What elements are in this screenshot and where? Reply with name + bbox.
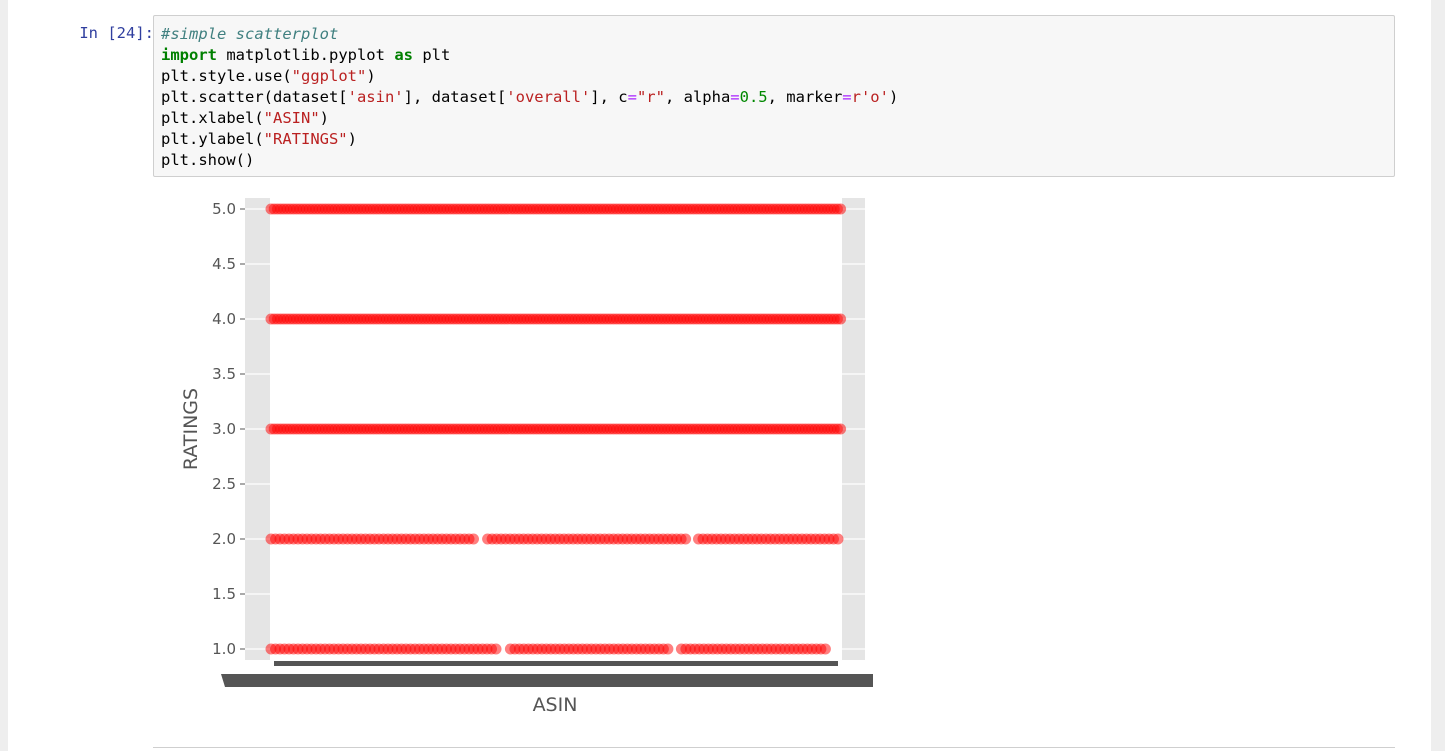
code-token: 'overall' <box>506 88 591 106</box>
x-ticks <box>274 661 838 666</box>
scatter-point <box>662 643 674 655</box>
series-1 <box>265 643 831 655</box>
y-tick-label: 3.5 <box>212 365 236 383</box>
code-line: import matplotlib.pyplot as plt <box>161 46 450 64</box>
code-token: plt.ylabel( <box>161 130 264 148</box>
scatter-point <box>680 533 692 545</box>
code-token: ) <box>888 88 899 106</box>
code-token: ], dataset[ <box>403 88 507 106</box>
y-tick-label: 1.0 <box>212 640 236 658</box>
series-3 <box>265 423 847 435</box>
code-token: ) <box>319 109 329 127</box>
scatter-point <box>468 533 479 545</box>
code-token: ], c <box>590 88 628 106</box>
scatter-chart: 1.0 1.5 2.0 2.5 3.0 3.5 4.0 4.5 5.0 ASIN RATINGS <box>180 198 873 716</box>
code-token: plt.show() <box>161 151 255 169</box>
code-token: = <box>730 88 740 106</box>
y-tick-label: 3.0 <box>212 420 236 438</box>
scatter-point <box>490 643 502 655</box>
code-cell-input[interactable]: #simple scatterplot import matplotlib.py… <box>153 15 1395 177</box>
code-editor[interactable]: #simple scatterplot import matplotlib.py… <box>161 24 898 171</box>
scatter-point <box>819 643 831 655</box>
scatter-point <box>835 423 847 435</box>
code-token: plt.xlabel( <box>161 109 264 127</box>
y-tick-label: 4.5 <box>212 255 236 273</box>
code-token: "ggplot" <box>291 67 367 85</box>
code-token: plt <box>412 46 451 64</box>
code-token: = <box>842 88 852 106</box>
scatter-point <box>832 533 844 545</box>
code-token: "RATINGS" <box>263 130 348 148</box>
x-tick-labels <box>221 674 873 687</box>
code-line: plt.ylabel("RATINGS") <box>161 130 357 148</box>
y-tick-label: 2.0 <box>212 530 236 548</box>
code-token: , alpha <box>664 88 731 106</box>
code-line: plt.scatter(dataset['asin'], dataset['ov… <box>161 88 898 106</box>
code-token: import <box>161 46 217 64</box>
series-4 <box>265 313 847 325</box>
code-token: 'asin' <box>347 88 404 106</box>
code-token: #simple scatterplot <box>161 25 339 43</box>
code-token: = <box>627 88 637 106</box>
code-line: plt.style.use("ggplot") <box>161 67 376 85</box>
y-axis-label: RATINGS <box>180 388 202 470</box>
cell-prompt: In [24]: <box>79 24 154 42</box>
code-line: plt.show() <box>161 151 254 169</box>
code-line: plt.xlabel("ASIN") <box>161 109 329 127</box>
code-token: 0.5 <box>739 88 768 106</box>
y-tick-label: 1.5 <box>212 585 236 603</box>
code-token: plt.style.use( <box>161 67 292 85</box>
scatter-point <box>835 313 847 325</box>
code-line: #simple scatterplot <box>161 25 338 43</box>
series-2 <box>265 533 844 545</box>
code-token: , marker <box>767 88 843 106</box>
code-token: ) <box>347 130 357 148</box>
code-token: "ASIN" <box>263 109 320 127</box>
code-token: as <box>394 46 413 64</box>
scatter-point <box>835 203 847 215</box>
code-token: ) <box>366 67 376 85</box>
y-tick-label: 5.0 <box>212 200 236 218</box>
code-token: r'o' <box>851 88 889 106</box>
next-cell-border <box>153 747 1395 748</box>
y-tick-label: 2.5 <box>212 475 236 493</box>
x-axis-label: ASIN <box>533 694 578 716</box>
series-5 <box>265 203 847 215</box>
code-token: plt.scatter(dataset[ <box>161 88 348 106</box>
code-token: "r" <box>636 88 665 106</box>
code-token: matplotlib.pyplot <box>217 46 395 64</box>
y-tick-label: 4.0 <box>212 310 236 328</box>
